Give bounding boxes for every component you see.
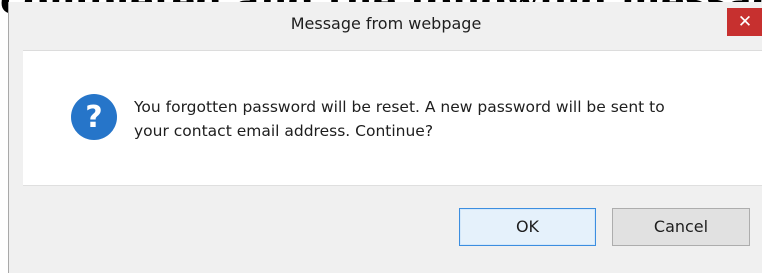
close-button[interactable]: ✕ — [727, 8, 762, 36]
screen: completed and the following message sho … — [0, 0, 762, 273]
message-dialog: Message from webpage ✕ ? You forgotten p… — [8, 2, 762, 273]
dialog-titlebar[interactable]: Message from webpage ✕ — [9, 2, 762, 50]
close-icon: ✕ — [737, 12, 753, 32]
dialog-title: Message from webpage — [290, 14, 482, 33]
dialog-content: ? You forgotten password will be reset. … — [23, 50, 762, 186]
dialog-message: You forgotten password will be reset. A … — [134, 95, 744, 143]
message-line: You forgotten password will be reset. A … — [134, 98, 665, 116]
dialog-footer: OK Cancel — [23, 186, 762, 273]
svg-text:?: ? — [85, 100, 102, 135]
question-icon: ? — [71, 94, 117, 140]
cancel-button[interactable]: Cancel — [612, 208, 750, 246]
message-line: your contact email address. Continue? — [134, 122, 434, 140]
ok-button[interactable]: OK — [459, 208, 596, 246]
